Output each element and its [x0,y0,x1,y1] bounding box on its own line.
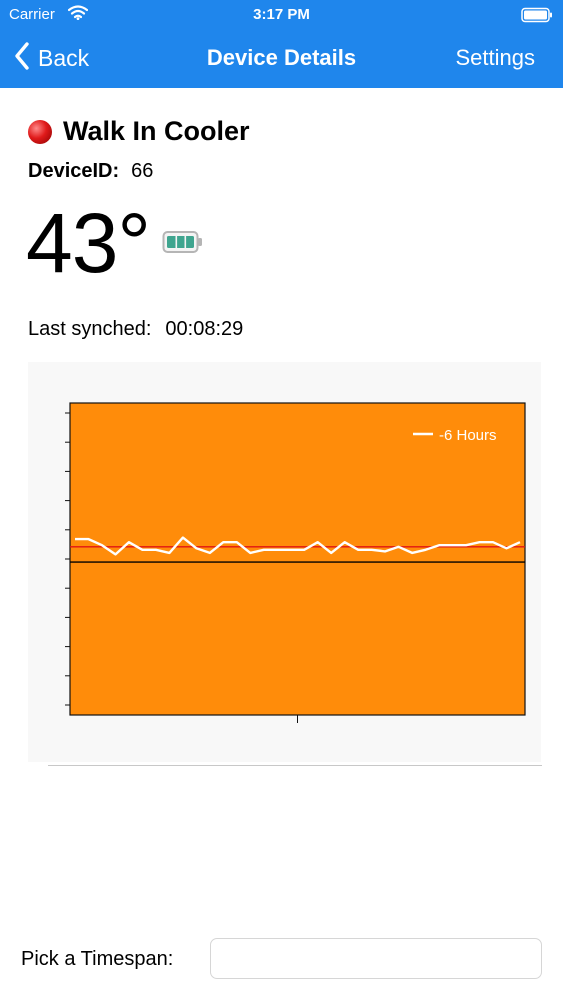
temperature-chart: -6 Hours [28,362,541,762]
device-name: Walk In Cooler [63,116,250,146]
wifi-icon [67,5,89,24]
device-name-row: Walk In Cooler [28,116,250,147]
temperature-row: 43° [26,196,204,290]
device-battery-icon [162,230,204,259]
temperature-value: 43° [26,196,151,290]
last-synched-label: Last synched: [28,318,152,340]
device-id-label: DeviceID: [28,160,120,182]
last-synched: Last synched: 00:08:29 [28,318,243,341]
status-bar: Carrier 3:17 PM [0,0,563,30]
device-id-value: 66 [131,160,154,182]
legend-label: -6 Hours [439,427,497,444]
timespan-label: Pick a Timespan: [21,948,174,970]
navigation-bar: Back Device Details Settings [0,30,563,88]
chart-plot-area [69,402,526,716]
temperature-chart-svg: -6 Hours [65,402,526,723]
battery-icon [521,7,553,27]
carrier-label: Carrier [9,6,55,23]
chevron-left-icon [14,42,30,75]
back-button[interactable]: Back [14,42,89,75]
device-id: DeviceID: 66 [28,160,153,183]
back-label: Back [38,45,90,71]
settings-button[interactable]: Settings [456,45,536,71]
divider [48,765,542,766]
device-status-indicator [28,119,52,144]
last-synched-value: 00:08:29 [165,318,244,340]
timespan-input[interactable] [210,938,542,979]
